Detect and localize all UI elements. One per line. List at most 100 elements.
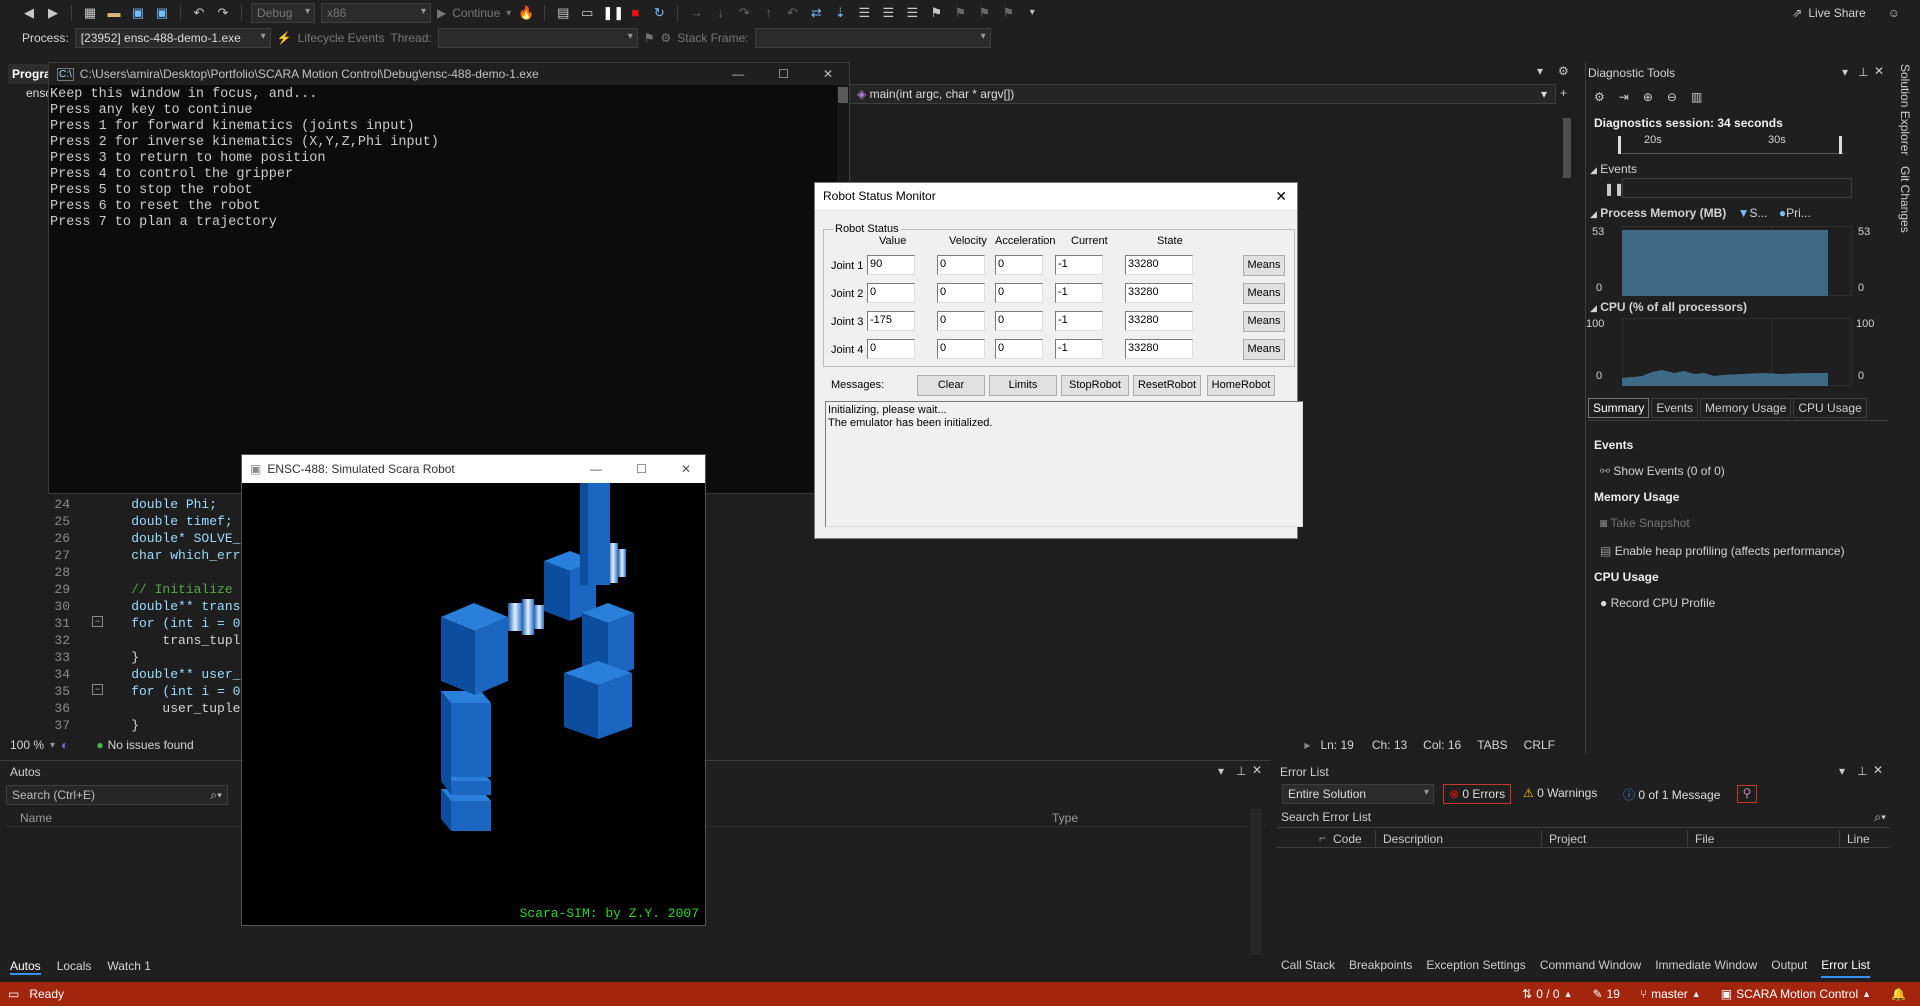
- tool-tab[interactable]: Error List: [1821, 958, 1870, 978]
- joint-2-current-field[interactable]: -1: [1055, 283, 1103, 303]
- column-divider[interactable]: [1839, 830, 1840, 848]
- joint-2-value-field[interactable]: 0: [867, 283, 915, 303]
- error-column-description[interactable]: Description: [1383, 832, 1443, 846]
- comment-icon[interactable]: ☰: [855, 4, 873, 22]
- homerobot-button[interactable]: HomeRobot: [1207, 375, 1275, 396]
- chevron-up-icon[interactable]: ▲: [1564, 989, 1573, 999]
- back-icon[interactable]: ◀: [20, 4, 38, 22]
- messages-box[interactable]: Initializing, please wait... The emulato…: [825, 401, 1303, 527]
- sync-count[interactable]: 0 / 0: [1536, 987, 1559, 1001]
- stack-frame-dropdown[interactable]: [754, 28, 991, 48]
- git-changes-tab[interactable]: Git Changes: [1898, 166, 1912, 233]
- scrollbar-thumb[interactable]: [838, 87, 848, 103]
- save-all-icon[interactable]: ▣: [153, 4, 171, 22]
- line-number-indicator[interactable]: Ln: 19: [1320, 738, 1353, 752]
- heap-profiling-toggle[interactable]: ▤ Enable heap profiling (affects perform…: [1600, 544, 1845, 558]
- chevron-up-icon[interactable]: ▲: [1862, 989, 1871, 999]
- undo-icon[interactable]: ↶: [190, 4, 208, 22]
- memory-chart[interactable]: [1622, 226, 1852, 296]
- show-next-statement-icon[interactable]: →: [687, 4, 705, 22]
- pin-icon[interactable]: ⊥: [1858, 65, 1868, 79]
- timeline-end-handle[interactable]: [1839, 136, 1842, 154]
- show-events-link[interactable]: ⚯ Show Events (0 of 0): [1600, 464, 1725, 478]
- filter-icon[interactable]: ⚲: [1737, 785, 1757, 803]
- autos-search-input[interactable]: Search (Ctrl+E) ⌕▾: [6, 785, 228, 805]
- joint-1-acceleration-field[interactable]: 0: [995, 255, 1043, 275]
- joint-4-velocity-field[interactable]: 0: [937, 339, 985, 359]
- close-icon[interactable]: ✕: [1874, 64, 1884, 78]
- close-icon[interactable]: ✕: [681, 462, 691, 476]
- code-line[interactable]: char which_err: [100, 547, 248, 564]
- continue-dropdown-icon[interactable]: ▾: [506, 8, 511, 19]
- close-icon[interactable]: ✕: [1252, 763, 1262, 777]
- column-divider[interactable]: [1687, 830, 1688, 848]
- close-icon[interactable]: ✕: [823, 67, 833, 81]
- lifecycle-icon[interactable]: ⚡: [277, 31, 292, 45]
- live-share-icon[interactable]: ⇗: [1792, 6, 1802, 20]
- tool-tab[interactable]: Call Stack: [1281, 958, 1335, 978]
- panel-menu-icon[interactable]: ▾: [1218, 764, 1224, 778]
- robot-status-monitor-window[interactable]: Robot Status Monitor ✕ Robot Status Mess…: [814, 182, 1303, 539]
- hex-display-icon[interactable]: ↶: [783, 4, 801, 22]
- joint-1-means-button[interactable]: Means: [1243, 255, 1285, 276]
- bookmark-next-icon[interactable]: ⚑: [975, 4, 993, 22]
- joint-1-state-field[interactable]: 33280: [1125, 255, 1193, 275]
- bookmark-clear-icon[interactable]: ⚑: [999, 4, 1017, 22]
- issues-indicator[interactable]: No issues found: [108, 738, 194, 752]
- changes-count[interactable]: 19: [1607, 987, 1620, 1001]
- cpu-section-header[interactable]: ◢ CPU (% of all processors): [1590, 300, 1747, 314]
- function-navigation[interactable]: ◈ main(int argc, char * argv[]) ▾: [848, 84, 1556, 104]
- panel-menu-icon[interactable]: ▾: [1842, 65, 1848, 79]
- layout-icon[interactable]: ▭: [578, 4, 596, 22]
- editor-scrollbar[interactable]: [1560, 106, 1574, 732]
- error-column-project[interactable]: Project: [1549, 832, 1586, 846]
- expand-icon[interactable]: ⌐: [1319, 831, 1326, 845]
- live-share-button[interactable]: Live Share: [1808, 6, 1865, 20]
- memory-section-header[interactable]: ◢ Process Memory (MB) ▼S... ●Pri...: [1590, 206, 1890, 220]
- code-line[interactable]: double timef;: [100, 513, 248, 530]
- step-out-icon[interactable]: ↑: [759, 4, 777, 22]
- autos-tab[interactable]: Watch 1: [107, 959, 151, 975]
- outdent-icon[interactable]: ☰: [903, 4, 921, 22]
- joint-4-current-field[interactable]: -1: [1055, 339, 1103, 359]
- clear-button[interactable]: Clear: [917, 375, 985, 396]
- warnings-filter-button[interactable]: ⚠ 0 Warnings: [1523, 786, 1597, 800]
- error-search-input[interactable]: Search Error List ⌕▾: [1277, 808, 1890, 828]
- scara-titlebar[interactable]: ▣ ENSC-488: Simulated Scara Robot — ☐ ✕: [242, 455, 705, 483]
- error-column-code[interactable]: Code: [1333, 832, 1362, 846]
- error-column-file[interactable]: File: [1695, 832, 1714, 846]
- code-line[interactable]: double* SOLVE_: [100, 530, 248, 547]
- zoom-level[interactable]: 100 %: [10, 738, 44, 752]
- lifecycle-events-dropdown[interactable]: Lifecycle Events: [298, 31, 385, 45]
- tool-tab[interactable]: Breakpoints: [1349, 958, 1412, 978]
- branch-name[interactable]: master: [1651, 987, 1688, 1001]
- code-line[interactable]: double Phi;: [100, 496, 248, 513]
- joint-2-state-field[interactable]: 33280: [1125, 283, 1193, 303]
- indent-icon[interactable]: ☰: [879, 4, 897, 22]
- joint-2-acceleration-field[interactable]: 0: [995, 283, 1043, 303]
- joint-4-means-button[interactable]: Means: [1243, 339, 1285, 360]
- joint-3-value-field[interactable]: -175: [867, 311, 915, 331]
- code-line[interactable]: for (int i = 0: [100, 615, 248, 632]
- code-line[interactable]: double** user_: [100, 666, 248, 683]
- zoom-in-icon[interactable]: ⊕: [1643, 90, 1653, 104]
- break-all-icon[interactable]: ❚❚: [602, 4, 624, 22]
- continue-button[interactable]: Continue: [452, 6, 500, 20]
- filter-threads-icon[interactable]: ⚙: [660, 31, 671, 45]
- cpu-chart[interactable]: [1622, 318, 1852, 386]
- code-line[interactable]: trans_tuple: [100, 632, 248, 649]
- column-divider[interactable]: [1375, 830, 1376, 848]
- robot-3d-view[interactable]: Scara-SIM: by Z.Y. 2007: [242, 483, 705, 925]
- stop-debugging-icon[interactable]: ■: [626, 4, 644, 22]
- joint-1-current-field[interactable]: -1: [1055, 255, 1103, 275]
- joint-1-velocity-field[interactable]: 0: [937, 255, 985, 275]
- joint-1-value-field[interactable]: 90: [867, 255, 915, 275]
- joint-3-means-button[interactable]: Means: [1243, 311, 1285, 332]
- step-over-icon[interactable]: ↷: [735, 4, 753, 22]
- autos-tab[interactable]: Locals: [57, 959, 92, 975]
- stoprobot-button[interactable]: StopRobot: [1061, 375, 1129, 396]
- joint-4-acceleration-field[interactable]: 0: [995, 339, 1043, 359]
- pin-icon[interactable]: ⊥: [1857, 764, 1867, 778]
- timeline-start-handle[interactable]: [1618, 136, 1621, 154]
- chevron-down-icon[interactable]: ▾: [50, 740, 55, 751]
